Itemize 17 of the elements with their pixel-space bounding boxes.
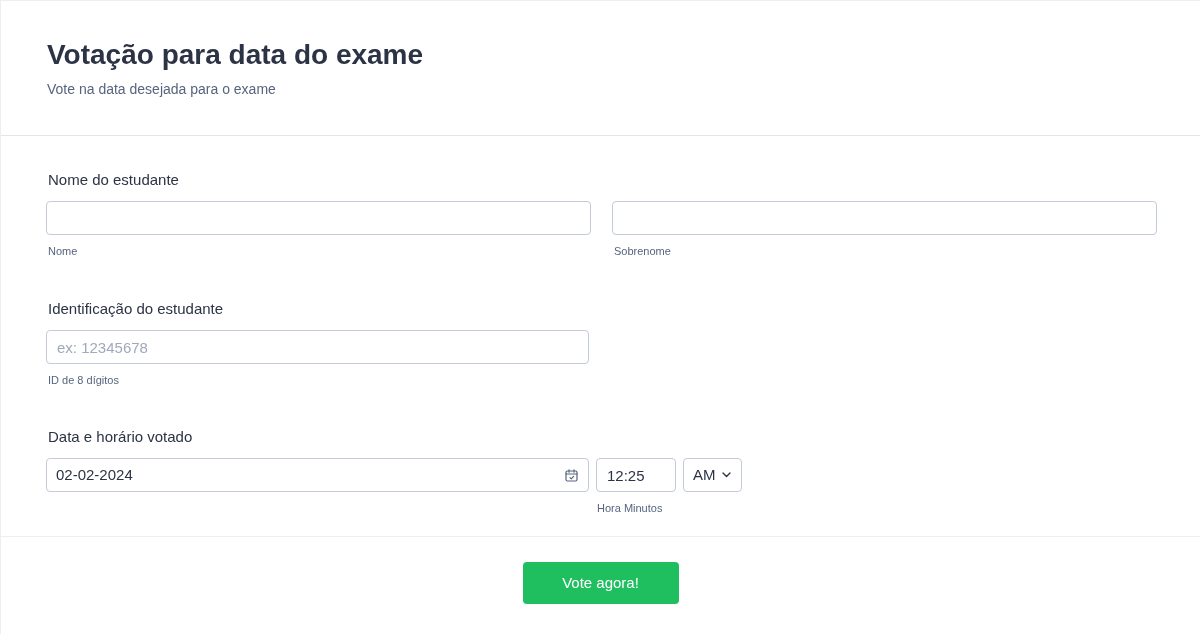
field-sublabel: Sobrenome [614, 244, 671, 259]
period-select[interactable]: AM [683, 458, 742, 492]
text-field[interactable]: ex: 12345678 [46, 330, 589, 364]
chevron-down-icon [722, 472, 731, 478]
time-field[interactable]: 12:25 [596, 458, 676, 492]
text-field[interactable] [612, 201, 1157, 235]
calendar-icon[interactable] [565, 468, 578, 482]
field-label: Data e horário votado [48, 427, 193, 447]
form-title: Votação para data do exame [47, 38, 424, 72]
date-field[interactable]: 02-02-2024 [46, 458, 589, 492]
text-field[interactable] [46, 201, 591, 235]
field-label: Nome do estudante [48, 170, 179, 190]
form-subtitle: Vote na data desejada para o exame [47, 80, 276, 99]
field-label: Identificação do estudante [48, 299, 224, 319]
field-sublabel: Hora Minutos [597, 501, 663, 516]
field-sublabel: ID de 8 dígitos [48, 373, 119, 388]
field-sublabel: Nome [48, 244, 78, 259]
